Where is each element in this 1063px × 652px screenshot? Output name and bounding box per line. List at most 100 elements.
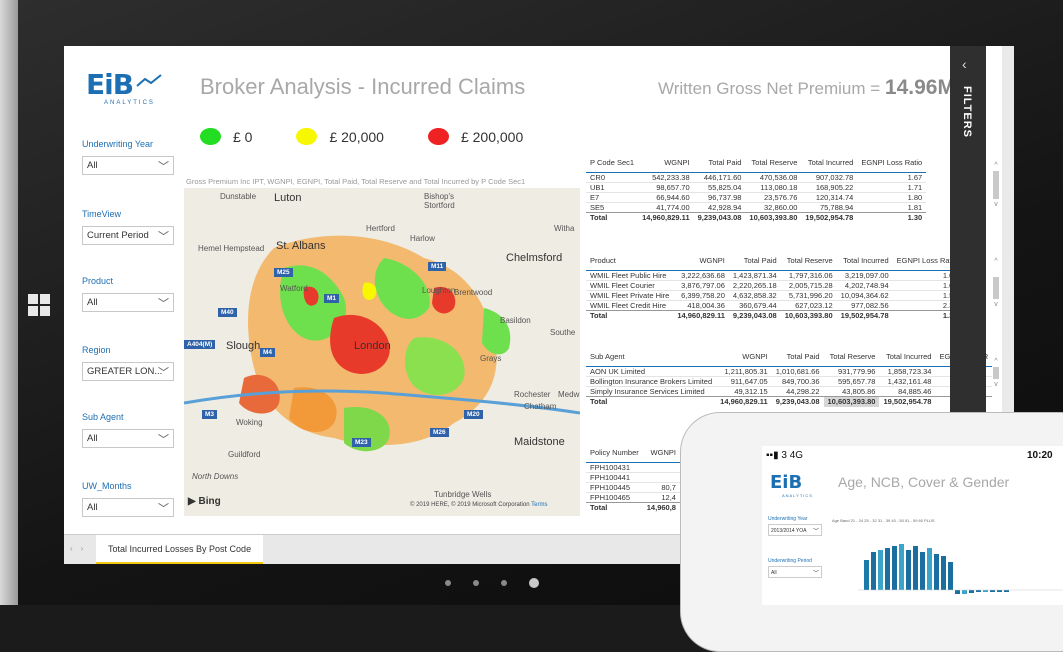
chevron-down-icon: ﹀ [158,434,169,446]
map-place-label: Guildford [228,450,261,459]
chevron-down-icon: ﹀ [812,571,819,577]
table-cell: CR0 [586,172,639,183]
column-header[interactable]: WGNPI [673,256,729,271]
table-row[interactable]: UB1 98,657.70 55,825.04 113,080.18 168,905.2… [586,182,927,193]
table-cell: 1,858,723.34 [879,366,936,377]
table-row[interactable]: E7 66,944.60 96,737.98 23,576.76 120,314.74 1… [586,192,927,203]
table-cell: 418,004.36 [673,300,729,311]
table-total-row: Total 14,960,829.11 9,239,043.08 10,603,393… [586,212,927,223]
map-place-label: Witha [554,224,575,233]
map-place-label: Loughton [422,286,456,295]
column-header[interactable]: Total Paid [772,352,824,367]
map-place-label: Basildon [500,316,531,325]
map-place-label: Slough [226,340,261,352]
map-place-label: Hemel Hempstead [198,244,265,253]
table-cell: Simply Insurance Services Limited [586,386,717,397]
table-row[interactable]: WMIL Fleet Private Hire 6,399,758.20 4,632… [586,290,962,301]
slicer-value: All [87,160,98,171]
slicer-dropdown[interactable]: GREATER LON... ﹀ [82,362,174,381]
table-cell: 1,797,316.06 [780,270,837,281]
table-row[interactable]: Bollington Insurance Brokers Limited 911,… [586,376,993,387]
table-row[interactable]: AON UK Limited 1,211,805.31 1,010,681.66 93… [586,366,993,377]
chevron-left-icon[interactable]: ‹ [962,56,967,72]
table-scrollbar[interactable]: ^ v [992,162,1000,228]
column-header[interactable]: Total Incurred [801,158,857,173]
windows-logo-icon[interactable] [28,294,50,316]
column-header[interactable]: WGNPI [638,158,694,173]
chevron-down-icon: ﹀ [812,529,819,535]
phone-slicer-dropdown[interactable]: 2013/2014 YOA ﹀ [768,524,822,536]
age-band-label: Age Band [832,518,850,523]
map-place-label: Rochester [514,390,551,399]
road-label: M3 [202,410,218,419]
carrier-text: 3 4G [781,450,804,461]
column-header[interactable]: Sub Agent [586,352,716,367]
slicer-sub-agent: Sub Agent All ﹀ [82,412,174,448]
column-header[interactable]: P Code Sec1 [586,158,638,173]
road-label: M1 [324,294,340,303]
column-header[interactable]: Total Reserve [824,352,880,367]
table-cell: FPH100441 [586,472,643,483]
column-header[interactable]: WGNPI [716,352,772,367]
tab-nav-arrows-icon[interactable]: ‹› [70,544,91,553]
column-header[interactable]: Total Reserve [781,256,837,271]
table-cell: 3,876,797.06 [673,280,729,291]
slicer-dropdown[interactable]: All ﹀ [82,498,174,517]
column-header[interactable]: Total Incurred [879,352,935,367]
table-cell: 3,219,097.00 [836,270,893,281]
phone-slicer-dropdown[interactable]: All ﹀ [768,566,822,578]
column-header[interactable]: Policy Number [586,448,643,463]
table-row[interactable]: WMIL Fleet Public Hire 3,222,636.68 1,423,… [586,270,962,281]
london-map[interactable]: Dunstable Luton Bishop's Stortford Hertf… [184,188,580,516]
table-cell: FPH100465 [586,492,643,503]
table-cell: 80,7 [642,482,680,493]
slicer-dropdown[interactable]: All ﹀ [82,293,174,312]
phone-chart-bars [858,544,1063,594]
table-row[interactable]: FPH100445 80,7 [586,482,680,493]
column-header[interactable]: Total Paid [729,256,781,271]
table-row[interactable]: FPH100465 12,4 [586,492,680,503]
column-header[interactable]: WGNPI [643,448,680,463]
map-place-label: Southe [550,328,576,337]
phone-page-title: Age, NCB, Cover & Gender [838,474,1010,490]
slicer-dropdown[interactable]: All ﹀ [82,429,174,448]
terms-link[interactable]: Terms [531,502,547,508]
table-row[interactable]: SE5 41,774.00 42,928.94 32,860.00 75,788.94 1… [586,202,927,213]
map-place-label: Brentwood [454,288,493,297]
phone-age-chart[interactable] [828,526,1063,605]
legend-label: £ 200,000 [460,128,524,145]
map-place-label: Woking [236,418,263,427]
table-row[interactable]: CR0 542,233.38 446,171.60 470,536.08 907,032… [586,172,927,183]
phone-slicer-value: 2013/2014 YOA [771,528,807,534]
table-scrollbar[interactable]: ^ v [992,358,1000,414]
table-row[interactable]: WMIL Fleet Credit Hire 418,004.36 360,679.… [586,300,962,311]
road-label: M23 [352,438,371,447]
carrier-signal: ▪▪▮ 3 4G [766,450,804,461]
column-header[interactable]: Product [586,256,673,271]
table-cell: 98,657.70 [638,182,694,193]
table-cell: 907,032.78 [801,172,858,183]
table-row[interactable]: FPH100431 [586,462,680,473]
table-cell: 32,860.00 [745,202,802,213]
table-row[interactable]: FPH100441 [586,472,680,483]
table-cell: 14,960,8 [642,502,680,513]
table-row[interactable]: Simply Insurance Services Limited 49,312.… [586,386,993,397]
table-scrollbar[interactable]: ^ v [992,258,1000,324]
table-cell: 10,603,393.80 [823,396,880,407]
table-total-row: Total 14,960,829.11 9,239,043.08 10,603,393… [586,396,993,407]
column-header[interactable]: Total Paid [694,158,746,173]
column-header[interactable]: EGNPI Loss Ratio [857,158,926,173]
tab-total-incurred-losses[interactable]: Total Incurred Losses By Post Code [96,535,264,564]
column-header[interactable]: Total Reserve [745,158,801,173]
table-cell: 595,657.78 [823,376,880,387]
column-header[interactable]: Total Incurred [837,256,893,271]
slicer-value: Current Period [87,230,149,241]
table-policy: Policy Number WGNPI FPH100431 FPH100441 … [586,448,680,513]
table-cell: Total [586,502,643,513]
table-row[interactable]: WMIL Fleet Courier 3,876,797.06 2,220,265.… [586,280,962,291]
slicer-dropdown[interactable]: Current Period ﹀ [82,226,174,245]
slicer-dropdown[interactable]: All ﹀ [82,156,174,175]
table-cell: FPH100431 [586,462,643,473]
map-place-label: Chatham [524,402,557,411]
slicer-label: Region [82,345,111,355]
